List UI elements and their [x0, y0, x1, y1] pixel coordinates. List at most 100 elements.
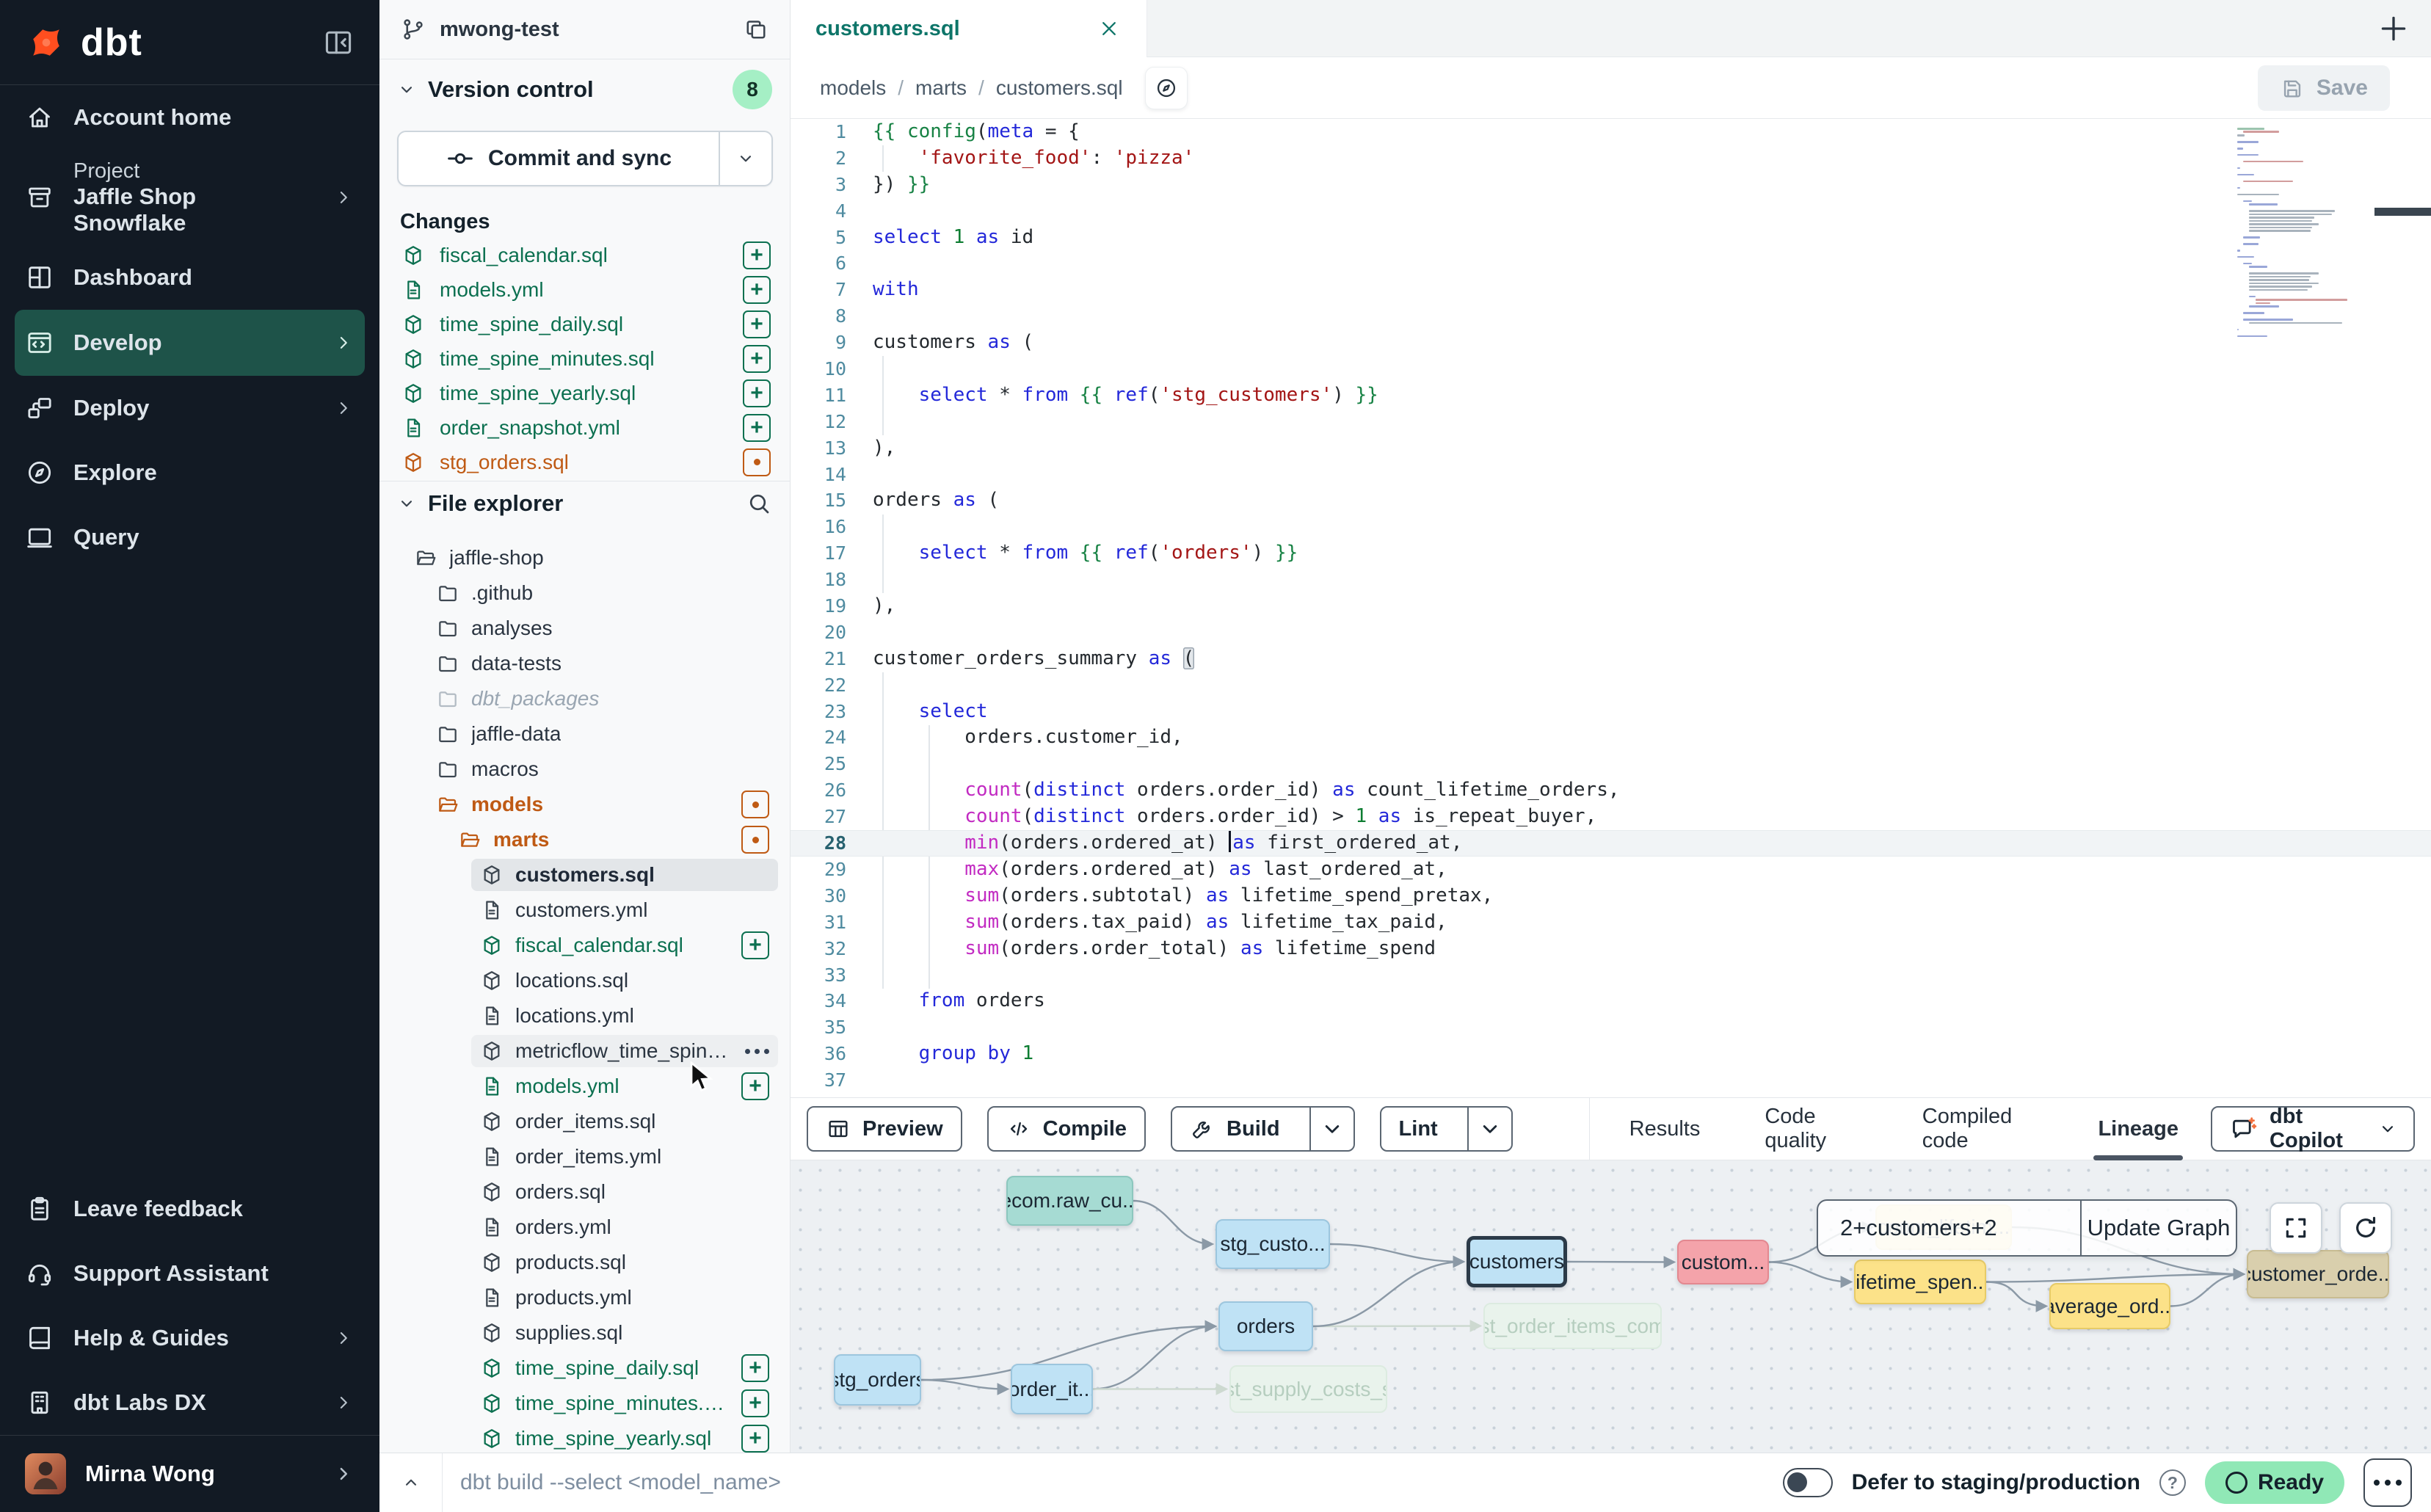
sidebar-item-query[interactable]: Query: [0, 505, 379, 570]
code-line-8[interactable]: 8: [791, 303, 2431, 330]
code-line-19[interactable]: 19),: [791, 593, 2431, 619]
save-button[interactable]: Save: [2258, 65, 2390, 111]
commit-options-button[interactable]: [719, 132, 771, 185]
code-editor[interactable]: 1{{ config(meta = {2 'favorite_food': 'p…: [791, 119, 2431, 1097]
copy-icon[interactable]: [743, 16, 769, 43]
code-line-25[interactable]: 25: [791, 751, 2431, 777]
code-line-22[interactable]: 22: [791, 672, 2431, 699]
lint-button[interactable]: Lint: [1380, 1106, 1513, 1152]
code-line-7[interactable]: 7with: [791, 277, 2431, 303]
stage-plus-icon[interactable]: +: [743, 379, 771, 407]
stage-plus-icon[interactable]: +: [743, 276, 771, 304]
collapse-sidebar-icon[interactable]: [322, 26, 355, 59]
code-line-34[interactable]: 34 from orders: [791, 988, 2431, 1014]
version-control-header[interactable]: Version control 8: [379, 70, 790, 109]
file-tree-item-supplies-sql[interactable]: supplies.sql: [379, 1315, 790, 1351]
lineage-node-average[interactable]: average_ord...: [2049, 1283, 2170, 1329]
fullscreen-button[interactable]: [2270, 1202, 2322, 1254]
stage-plus-icon[interactable]: +: [743, 414, 771, 442]
modified-dot-icon[interactable]: [743, 448, 771, 476]
file-tree-item-orders-sql[interactable]: orders.sql: [379, 1174, 790, 1210]
sidebar-item-dashboard[interactable]: Dashboard: [0, 245, 379, 310]
sidebar-item-deploy[interactable]: Deploy: [0, 376, 379, 440]
file-tree-item-analyses[interactable]: analyses: [379, 611, 790, 646]
code-line-30[interactable]: 30 sum(orders.subtotal) as lifetime_spen…: [791, 883, 2431, 909]
file-tree-item-models[interactable]: models: [379, 787, 790, 822]
file-tree-item-order-items-sql[interactable]: order_items.sql: [379, 1104, 790, 1139]
code-line-11[interactable]: 11 select * from {{ ref('stg_customers')…: [791, 382, 2431, 409]
code-line-9[interactable]: 9customers as (: [791, 330, 2431, 356]
code-line-36[interactable]: 36 group by 1: [791, 1041, 2431, 1067]
file-explorer-header[interactable]: File explorer: [379, 490, 790, 517]
stage-plus-icon[interactable]: +: [741, 1354, 769, 1382]
file-tree-item-locations-yml[interactable]: locations.yml: [379, 998, 790, 1033]
code-line-28[interactable]: 28 min(orders.ordered_at) as first_order…: [791, 830, 2431, 857]
user-menu[interactable]: Mirna Wong: [0, 1436, 379, 1512]
code-line-2[interactable]: 2 'favorite_food': 'pizza': [791, 145, 2431, 172]
code-line-10[interactable]: 10: [791, 356, 2431, 382]
preview-button[interactable]: Preview: [807, 1106, 962, 1152]
file-tree-item-products-sql[interactable]: products.sql: [379, 1245, 790, 1280]
lineage-node-custom_pink[interactable]: custom...: [1677, 1240, 1769, 1284]
change-item-time-spine-daily-sql[interactable]: time_spine_daily.sql+: [379, 307, 790, 341]
tab-customers-sql[interactable]: customers.sql: [791, 0, 1147, 57]
tab-lineage[interactable]: Lineage: [2098, 1097, 2179, 1160]
file-tree-item-models-yml[interactable]: models.yml+: [379, 1069, 790, 1104]
file-tree-item-fiscal-calendar-sql[interactable]: fiscal_calendar.sql+: [379, 928, 790, 963]
code-line-33[interactable]: 33: [791, 962, 2431, 989]
tab-code-quality[interactable]: Code quality: [1765, 1097, 1857, 1160]
lineage-node-lifetime[interactable]: lifetime_spen...: [1854, 1260, 1986, 1304]
code-line-29[interactable]: 29 max(orders.ordered_at) as last_ordere…: [791, 857, 2431, 883]
file-tree-item-orders-yml[interactable]: orders.yml: [379, 1210, 790, 1245]
change-item-order-snapshot-yml[interactable]: order_snapshot.yml+: [379, 410, 790, 445]
lint-options-button[interactable]: [1467, 1108, 1511, 1150]
code-line-26[interactable]: 26 count(distinct orders.order_id) as co…: [791, 777, 2431, 804]
help-icon[interactable]: ?: [2159, 1469, 2186, 1496]
stage-plus-icon[interactable]: +: [741, 1425, 769, 1453]
change-item-time-spine-minutes-sql[interactable]: time_spine_minutes.sql+: [379, 341, 790, 376]
code-line-21[interactable]: 21customer_orders_summary as (: [791, 646, 2431, 672]
code-line-6[interactable]: 6: [791, 250, 2431, 277]
change-item-time-spine-yearly-sql[interactable]: time_spine_yearly.sql+: [379, 376, 790, 410]
code-line-18[interactable]: 18: [791, 567, 2431, 593]
lineage-node-order_it[interactable]: order_it...: [1011, 1364, 1093, 1414]
code-line-17[interactable]: 17 select * from {{ ref('orders') }}: [791, 540, 2431, 567]
tab-results[interactable]: Results: [1629, 1097, 1701, 1160]
file-tree-item-time-spine-daily-sql[interactable]: time_spine_daily.sql+: [379, 1351, 790, 1386]
lineage-node-ecom[interactable]: ecom.raw_cu...: [1006, 1176, 1133, 1226]
file-tree-item-customers-sql[interactable]: customers.sql: [379, 857, 790, 893]
code-line-37[interactable]: 37: [791, 1067, 2431, 1094]
code-line-16[interactable]: 16: [791, 514, 2431, 540]
lineage-node-stg_custo[interactable]: stg_custo...: [1216, 1219, 1330, 1269]
build-options-button[interactable]: [1309, 1108, 1353, 1150]
code-line-27[interactable]: 27 count(distinct orders.order_id) > 1 a…: [791, 804, 2431, 830]
breadcrumb-models[interactable]: models: [820, 76, 886, 100]
change-item-stg-orders-sql[interactable]: stg_orders.sql: [379, 445, 790, 479]
sidebar-item-account-home[interactable]: Account home: [0, 85, 379, 150]
compile-button[interactable]: Compile: [987, 1106, 1146, 1152]
sidebar-item-leave-feedback[interactable]: Leave feedback: [0, 1177, 379, 1241]
lineage-node-customer_orde[interactable]: customer_orde...: [2247, 1250, 2389, 1298]
file-tree-item-jaffle-data[interactable]: jaffle-data: [379, 716, 790, 752]
lineage-compass-button[interactable]: [1145, 67, 1188, 109]
lineage-node-orders[interactable]: orders: [1218, 1301, 1313, 1351]
file-tree-item-locations-sql[interactable]: locations.sql: [379, 963, 790, 998]
code-line-24[interactable]: 24 orders.customer_id,: [791, 724, 2431, 751]
code-line-4[interactable]: 4: [791, 198, 2431, 225]
breadcrumb-marts[interactable]: marts: [915, 76, 967, 100]
lineage-graph[interactable]: ecom.raw_cu...stg_custo...customerscusto…: [791, 1160, 2431, 1453]
file-tree-item-jaffle-shop[interactable]: jaffle-shop: [379, 540, 790, 575]
file-tree-item-time-spine-yearly-sql[interactable]: time_spine_yearly.sql+: [379, 1421, 790, 1453]
file-tree-item-marts[interactable]: marts: [379, 822, 790, 857]
update-graph-button[interactable]: Update Graph: [2080, 1201, 2236, 1255]
code-line-5[interactable]: 5select 1 as id: [791, 225, 2431, 251]
stage-plus-icon[interactable]: +: [741, 1389, 769, 1417]
sidebar-item-project[interactable]: ProjectJaffle Shop Snowflake: [0, 150, 379, 245]
code-line-15[interactable]: 15orders as (: [791, 487, 2431, 514]
breadcrumb-file[interactable]: customers.sql: [996, 76, 1123, 100]
refresh-button[interactable]: [2339, 1202, 2392, 1254]
stage-plus-icon[interactable]: +: [741, 931, 769, 959]
stage-plus-icon[interactable]: +: [743, 345, 771, 373]
stage-plus-icon[interactable]: +: [743, 241, 771, 269]
code-line-23[interactable]: 23 select: [791, 699, 2431, 725]
